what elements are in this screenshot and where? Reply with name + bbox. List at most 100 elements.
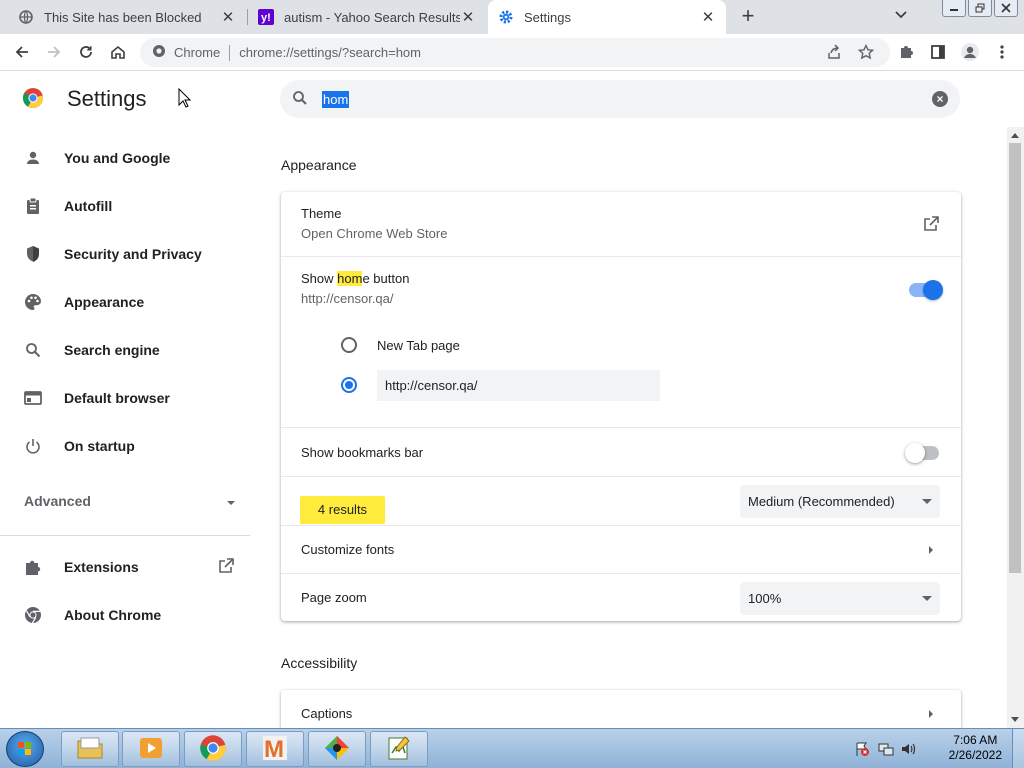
editor-icon <box>386 735 412 764</box>
side-panel-icon[interactable] <box>928 42 948 62</box>
bookmarks-bar-row[interactable]: Show bookmarks bar <box>281 427 961 476</box>
sidebar-item-label: Search engine <box>64 342 160 358</box>
taskbar-editor-app[interactable] <box>370 731 428 767</box>
windows-taskbar: M 7:06 AM 2/26/2022 <box>0 728 1024 768</box>
bookmarks-bar-toggle[interactable] <box>905 443 939 463</box>
sidebar-item-label: Extensions <box>64 559 139 575</box>
url-text[interactable]: chrome://settings/?search=hom <box>239 45 421 60</box>
sidebar-item-appearance[interactable]: Appearance <box>22 290 144 314</box>
customize-fonts-row[interactable]: Customize fonts <box>281 525 961 573</box>
scroll-up-arrow-icon[interactable] <box>1011 133 1019 138</box>
taskbar-chrome[interactable] <box>184 731 242 767</box>
clock-time: 7:06 AM <box>953 733 998 747</box>
puzzle-icon <box>22 556 44 578</box>
page-zoom-value: 100% <box>748 591 782 606</box>
home-icon[interactable] <box>108 42 128 62</box>
sidebar-item-about-chrome[interactable]: About Chrome <box>22 603 161 627</box>
sidebar-divider <box>0 535 250 536</box>
tab-settings[interactable]: Settings ✕ <box>488 0 726 34</box>
sidebar-item-default-browser[interactable]: Default browser <box>22 386 170 410</box>
folder-icon <box>76 736 104 763</box>
network-icon[interactable] <box>878 741 894 757</box>
taskbar-m-app[interactable]: M <box>246 731 304 767</box>
bookmark-star-icon[interactable] <box>856 42 876 62</box>
page-zoom-label: Page zoom <box>301 590 367 605</box>
custom-url-radio[interactable] <box>341 377 357 393</box>
back-icon[interactable] <box>12 42 32 62</box>
theme-row[interactable]: Theme Open Chrome Web Store <box>281 192 961 256</box>
browser-toolbar: Chrome chrome://settings/?search=hom <box>0 34 1024 71</box>
settings-search-box[interactable]: hom × <box>280 80 960 118</box>
close-tab-icon[interactable]: ✕ <box>460 8 476 26</box>
start-button[interactable] <box>6 731 44 767</box>
dropdown-arrow-icon <box>922 596 932 601</box>
menu-kebab-icon[interactable] <box>992 42 1012 62</box>
taskbar-media-player[interactable] <box>122 731 180 767</box>
page-zoom-select[interactable]: 100% <box>740 582 940 615</box>
profile-avatar-icon[interactable] <box>960 42 980 62</box>
minimize-button[interactable] <box>942 0 966 17</box>
action-center-flag-icon[interactable] <box>854 741 870 757</box>
theme-label: Theme <box>301 206 342 221</box>
tab-search-icon[interactable] <box>895 8 907 22</box>
scroll-down-arrow-icon[interactable] <box>1011 717 1019 722</box>
media-player-icon <box>138 736 164 763</box>
tab-strip: This Site has been Blocked ✕ y! autism -… <box>0 0 1024 34</box>
open-external-icon[interactable] <box>923 216 939 235</box>
close-tab-icon[interactable]: ✕ <box>700 8 716 26</box>
shield-icon <box>22 243 44 265</box>
custom-url-input[interactable]: http://censor.qa/ <box>377 370 660 401</box>
search-input[interactable]: hom <box>322 90 350 108</box>
new-tab-page-radio[interactable] <box>341 337 357 353</box>
sidebar-item-security[interactable]: Security and Privacy <box>22 242 202 266</box>
theme-sublabel: Open Chrome Web Store <box>301 226 448 241</box>
taskbar-explorer[interactable] <box>61 731 119 767</box>
address-bar[interactable]: Chrome chrome://settings/?search=hom <box>140 38 890 67</box>
sidebar-item-autofill[interactable]: Autofill <box>22 194 112 218</box>
clipboard-icon <box>22 195 44 217</box>
chrome-outline-icon <box>22 604 44 626</box>
show-desktop-button[interactable] <box>1012 729 1024 768</box>
taskbar-colorful-app[interactable] <box>308 731 366 767</box>
close-window-button[interactable] <box>994 0 1018 17</box>
sidebar-item-label: You and Google <box>64 150 171 166</box>
system-clock[interactable]: 7:06 AM 2/26/2022 <box>949 733 1002 763</box>
appearance-section-title: Appearance <box>281 157 357 173</box>
tab-title: Settings <box>524 9 571 25</box>
sidebar-item-on-startup[interactable]: On startup <box>22 434 135 458</box>
advanced-label: Advanced <box>24 493 91 509</box>
page-scrollbar[interactable] <box>1007 127 1024 728</box>
m-app-icon: M <box>261 735 289 764</box>
home-button-toggle[interactable] <box>909 280 943 300</box>
svg-text:y!: y! <box>261 12 271 24</box>
search-highlight: hom <box>337 271 363 286</box>
close-tab-icon[interactable]: ✕ <box>220 8 236 26</box>
sidebar-item-extensions[interactable]: Extensions <box>22 555 234 579</box>
scroll-thumb[interactable] <box>1009 143 1021 573</box>
forward-icon[interactable] <box>44 42 64 62</box>
tab-yahoo-search[interactable]: y! autism - Yahoo Search Results Im ✕ <box>248 0 486 34</box>
captions-row[interactable]: Captions <box>281 690 961 728</box>
font-size-select[interactable]: Medium (Recommended) <box>740 485 940 518</box>
sidebar-item-label: Appearance <box>64 294 145 310</box>
tab-title: This Site has been Blocked <box>44 9 202 25</box>
new-tab-button[interactable]: + <box>736 5 760 29</box>
volume-icon[interactable] <box>900 741 916 757</box>
search-icon <box>22 339 44 361</box>
extensions-puzzle-icon[interactable] <box>896 42 916 62</box>
reload-icon[interactable] <box>76 42 96 62</box>
sidebar-advanced-toggle[interactable]: Advanced <box>24 493 236 509</box>
share-icon[interactable] <box>824 42 844 62</box>
sidebar-item-search-engine[interactable]: Search engine <box>22 338 160 362</box>
sidebar-item-label: About Chrome <box>64 607 162 623</box>
restore-button[interactable] <box>968 0 992 17</box>
system-tray: 7:06 AM 2/26/2022 <box>854 729 1024 768</box>
new-tab-page-label: New Tab page <box>377 338 460 353</box>
sidebar-item-you-and-google[interactable]: You and Google <box>22 146 170 170</box>
chevron-down-icon <box>226 493 236 509</box>
home-label-prefix: Show <box>301 271 338 286</box>
accessibility-card: Captions <box>281 690 961 728</box>
tab-blocked-site[interactable]: This Site has been Blocked ✕ <box>8 0 246 34</box>
clear-search-icon[interactable]: × <box>932 91 948 107</box>
home-button-row: Show home button http://censor.qa/ New T… <box>281 256 961 427</box>
